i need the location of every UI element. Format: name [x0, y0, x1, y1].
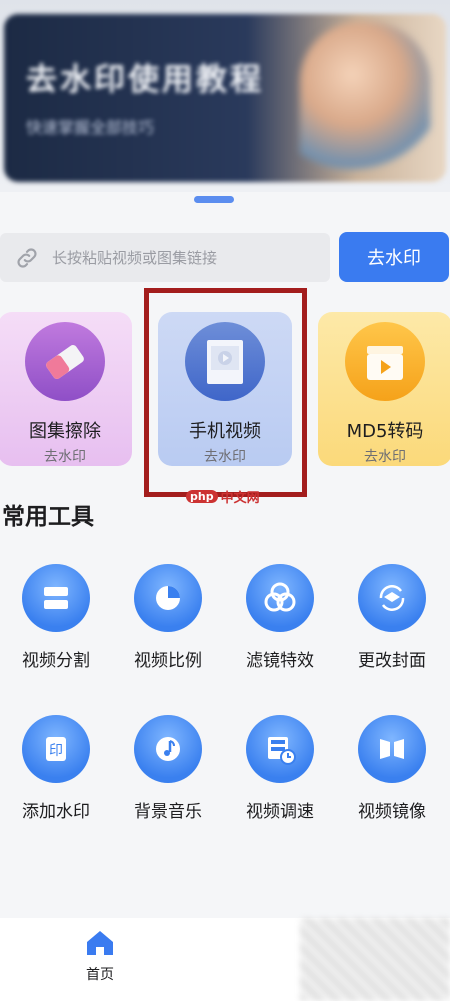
tool-add-watermark[interactable]: 印 添加水印 [1, 715, 111, 822]
tool-background-music[interactable]: 背景音乐 [113, 715, 223, 822]
card-subtitle: 去水印 [44, 449, 86, 465]
speed-icon [246, 715, 314, 783]
svg-text:印: 印 [49, 743, 63, 759]
carousel-indicator [194, 196, 234, 203]
feature-card-image-erase[interactable]: 图集擦除 去水印 [0, 312, 132, 466]
split-icon [22, 564, 90, 632]
tool-label: 视频镜像 [358, 802, 426, 822]
music-icon [134, 715, 202, 783]
watermark-text: 中文网 [220, 491, 260, 506]
tool-change-cover[interactable]: 更改封面 [337, 564, 447, 671]
bottom-tab-bar: 首页 [0, 918, 450, 1001]
refresh-layers-icon [358, 564, 426, 632]
promo-banner[interactable]: 去水印使用教程 快速掌握全部技巧 [0, 0, 450, 192]
tool-video-split[interactable]: 视频分割 [1, 564, 111, 671]
banner-subtitle: 快速掌握全部技巧 [26, 118, 155, 137]
section-title-tools: 常用工具 [2, 504, 94, 530]
watermark-logo: php [186, 490, 218, 503]
blurred-tab-area [300, 918, 450, 1001]
banner-people-image [300, 22, 430, 172]
card-title: 图集擦除 [29, 421, 101, 442]
tool-filter-effects[interactable]: 滤镜特效 [225, 564, 335, 671]
link-input[interactable]: 长按粘贴视频或图集链接 [0, 233, 330, 282]
tool-label: 添加水印 [22, 802, 90, 822]
remove-watermark-button[interactable]: 去水印 [339, 232, 449, 282]
card-title: MD5转码 [346, 421, 424, 442]
site-watermark: php 中文网 [186, 487, 260, 506]
tool-label: 视频调速 [246, 802, 314, 822]
banner-title: 去水印使用教程 [26, 62, 264, 98]
link-icon [12, 243, 42, 273]
stamp-icon: 印 [22, 715, 90, 783]
tool-label: 视频分割 [22, 651, 90, 671]
tab-home[interactable]: 首页 [68, 928, 132, 984]
tool-label: 滤镜特效 [246, 651, 314, 671]
tool-label: 背景音乐 [134, 802, 202, 822]
highlight-annotation-frame [144, 288, 307, 497]
mirror-icon [358, 715, 426, 783]
link-input-placeholder: 长按粘贴视频或图集链接 [52, 249, 218, 267]
clapperboard-icon [345, 322, 425, 401]
tool-video-mirror[interactable]: 视频镜像 [337, 715, 447, 822]
eraser-icon [25, 322, 105, 401]
filter-icon [246, 564, 314, 632]
feature-card-md5[interactable]: MD5转码 去水印 [318, 312, 450, 466]
tab-label: 首页 [86, 967, 114, 983]
home-icon [87, 931, 113, 955]
tool-label: 视频比例 [134, 651, 202, 671]
pie-chart-icon [134, 564, 202, 632]
tool-video-speed[interactable]: 视频调速 [225, 715, 335, 822]
card-subtitle: 去水印 [364, 449, 406, 465]
tool-video-ratio[interactable]: 视频比例 [113, 564, 223, 671]
tool-label: 更改封面 [358, 651, 426, 671]
